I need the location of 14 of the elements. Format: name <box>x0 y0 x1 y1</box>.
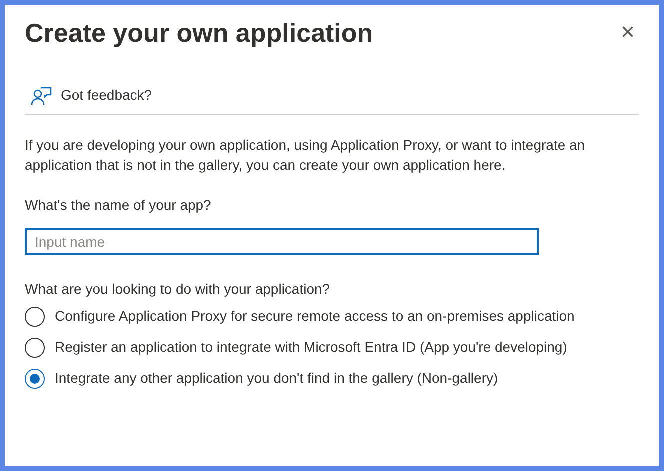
radio-button[interactable] <box>25 368 45 388</box>
feedback-link[interactable]: Got feedback? <box>61 85 152 106</box>
close-button[interactable]: × <box>620 21 635 45</box>
purpose-label: What are you looking to do with your application? <box>25 280 332 299</box>
radio-label: Integrate any other application you don't find in the gallery (Non-gallery) <box>55 369 498 388</box>
radio-label: Configure Application Proxy for secure remote access to an on-premises application <box>55 307 575 326</box>
feedback-icon <box>31 86 53 106</box>
radio-button[interactable] <box>25 338 45 358</box>
radio-label: Register an application to integrate with Microsoft Entra ID (App you're developing) <box>55 338 568 357</box>
name-label: What's the name of your app? <box>25 196 212 215</box>
radio-button[interactable] <box>25 306 45 326</box>
name-input[interactable]: Input name <box>25 228 539 255</box>
description-text: If you are developing your own application, using Application Proxy, or want to integrate an application that is not in the gallery, you can create your own application here. <box>25 136 586 175</box>
dialog-title: Create your own application <box>25 17 374 50</box>
